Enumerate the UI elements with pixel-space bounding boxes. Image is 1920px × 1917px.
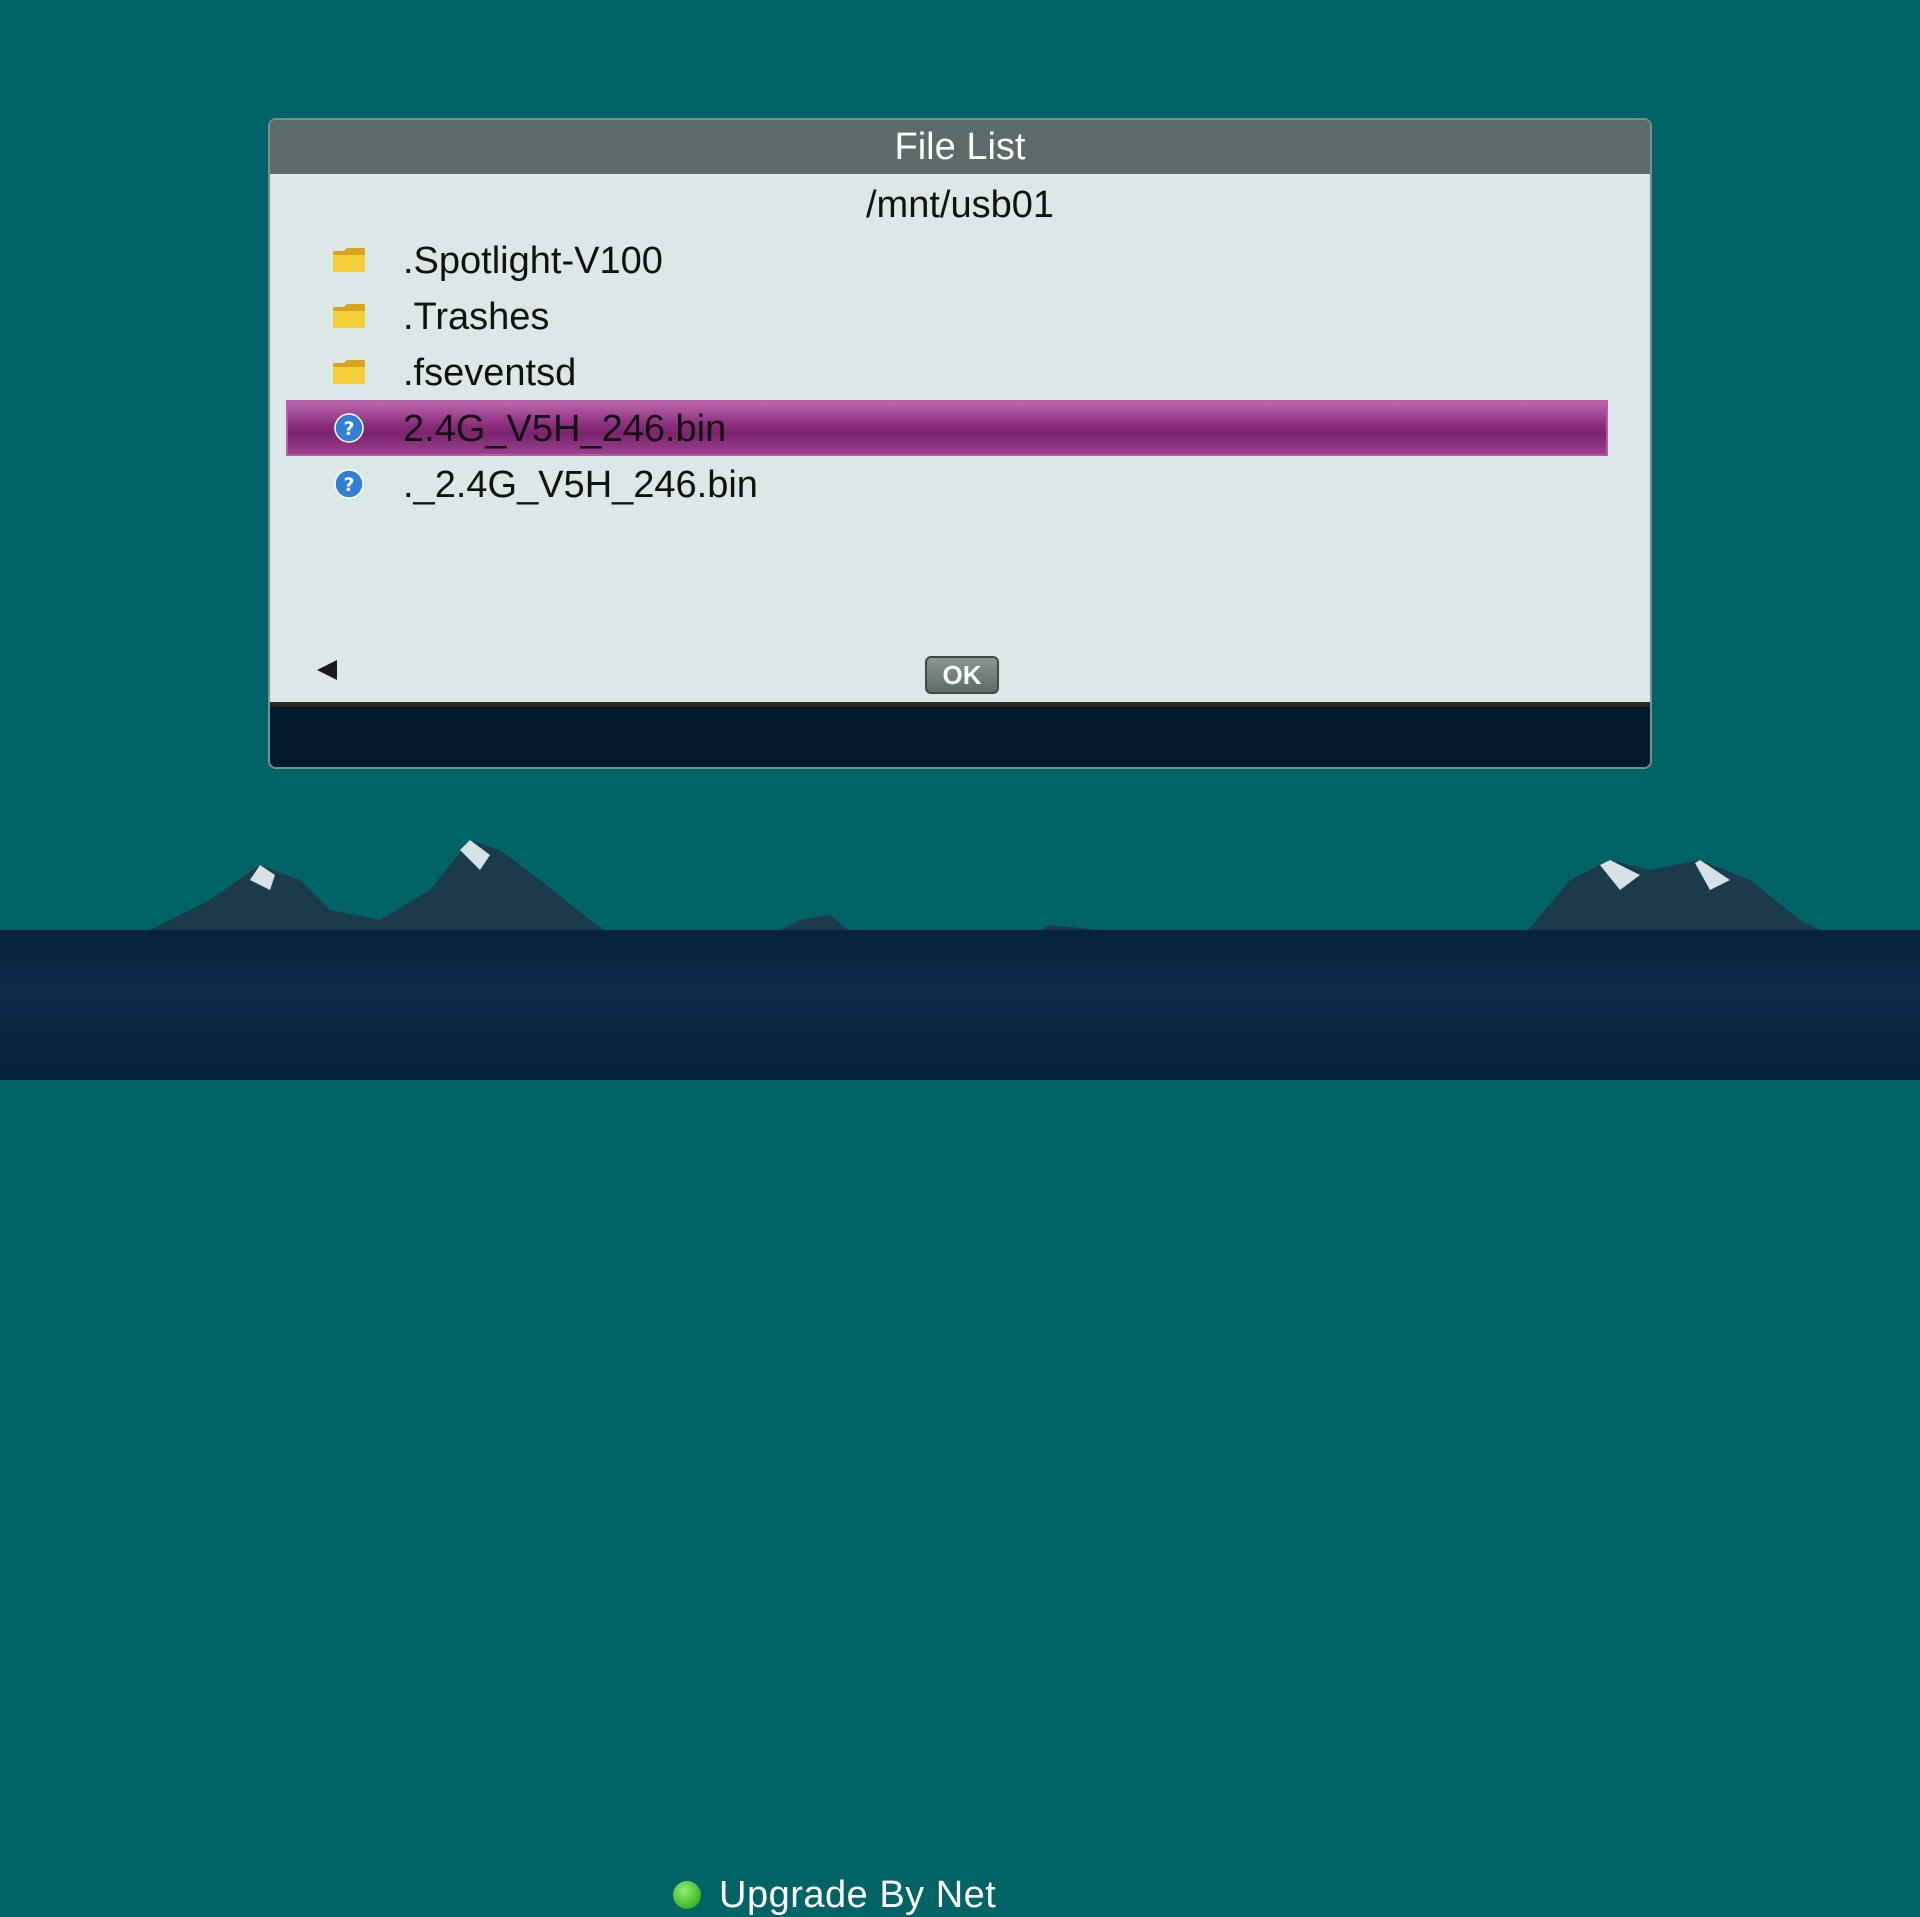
- folder-icon: [333, 304, 365, 328]
- file-list: .Spotlight-V100 .Trashes .fseventsd ? 2.…: [286, 232, 1608, 512]
- dialog-title-bar: File List: [270, 120, 1650, 176]
- folder-icon: [333, 360, 365, 384]
- file-name: .Spotlight-V100: [403, 240, 663, 282]
- file-list-dialog: File List /mnt/usb01 .Spotlight-V100 .Tr…: [270, 120, 1650, 767]
- file-row[interactable]: .Spotlight-V100: [286, 232, 1608, 288]
- file-row[interactable]: ? ._2.4G_V5H_246.bin: [286, 456, 1608, 512]
- svg-text:?: ?: [343, 474, 354, 496]
- unknown-file-icon: ?: [334, 469, 364, 499]
- file-name: ._2.4G_V5H_246.bin: [403, 464, 758, 506]
- unknown-file-icon: ?: [334, 413, 364, 443]
- file-name: .Trashes: [403, 296, 550, 338]
- mountain-backdrop: [130, 840, 1840, 940]
- dialog-info-bar: [270, 702, 1650, 767]
- file-row-selected[interactable]: ? 2.4G_V5H_246.bin: [286, 400, 1608, 456]
- upgrade-by-net-item[interactable]: Upgrade By Net: [673, 1873, 997, 1916]
- dialog-title: File List: [894, 125, 1026, 168]
- folder-icon: [333, 248, 365, 272]
- file-name: 2.4G_V5H_246.bin: [403, 408, 727, 450]
- upgrade-by-net-label: Upgrade By Net: [719, 1873, 997, 1916]
- file-name: .fseventsd: [403, 352, 577, 394]
- ok-button[interactable]: OK: [925, 656, 999, 694]
- left-arrow-icon[interactable]: [317, 660, 337, 680]
- file-row[interactable]: .fseventsd: [286, 344, 1608, 400]
- dialog-content: /mnt/usb01 .Spotlight-V100 .Trashes .fse…: [270, 174, 1650, 702]
- current-path: /mnt/usb01: [866, 184, 1054, 226]
- green-indicator-icon: [673, 1881, 701, 1909]
- svg-text:?: ?: [343, 418, 354, 440]
- bottom-status-bar: Upgrade By Net: [0, 930, 1920, 1916]
- file-row[interactable]: .Trashes: [286, 288, 1608, 344]
